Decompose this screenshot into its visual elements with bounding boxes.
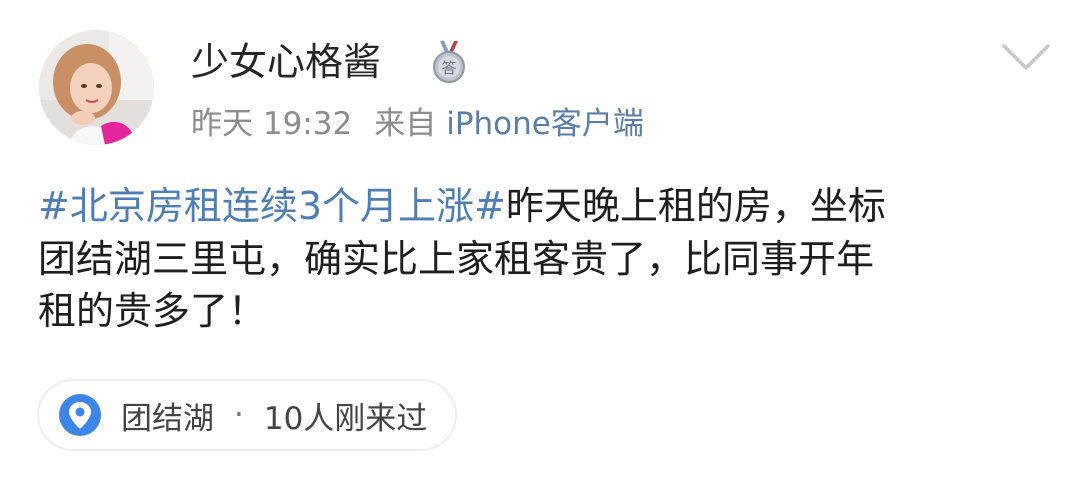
avatar[interactable] <box>39 30 154 145</box>
post-time: 昨天 19:32 <box>191 106 353 142</box>
content-line-2: 团结湖三里屯，确实比上家租客贵了，比同事开年 <box>38 236 875 281</box>
chevron-down-icon[interactable] <box>1000 40 1052 74</box>
location-separator: · <box>234 397 244 433</box>
post-content: #北京房租连续3个月上涨#昨天晚上租的房，坐标 团结湖三里屯，确实比上家租客贵了… <box>38 180 1048 338</box>
weibo-post-card: 少女心格酱 答 昨天 19:32 来自 iPhone客户端 #北京房租连续3个月上涨… <box>0 0 1076 484</box>
source-prefix: 来自 <box>374 106 437 142</box>
avatar-photo <box>39 30 154 145</box>
location-chip[interactable]: 团结湖 · 10人刚来过 <box>37 379 458 451</box>
location-name: 团结湖 <box>121 400 214 437</box>
username[interactable]: 少女心格酱 <box>191 36 381 88</box>
medal-text: 答 <box>441 59 456 77</box>
answer-medal-icon[interactable]: 答 <box>431 40 467 84</box>
location-pin-icon <box>59 394 101 436</box>
source-client-link[interactable]: iPhone客户端 <box>446 106 644 142</box>
content-line-1: #北京房租连续3个月上涨#昨天晚上租的房，坐标 <box>38 180 1048 233</box>
post-meta: 昨天 19:32 来自 iPhone客户端 <box>191 102 644 146</box>
location-visitors: 10人刚来过 <box>263 400 428 437</box>
topic-hashtag-link[interactable]: #北京房租连续3个月上涨# <box>38 184 506 228</box>
content-line-3: 租的贵多了！ <box>38 289 267 333</box>
content-text-1: 昨天晚上租的房，坐标 <box>505 184 886 228</box>
